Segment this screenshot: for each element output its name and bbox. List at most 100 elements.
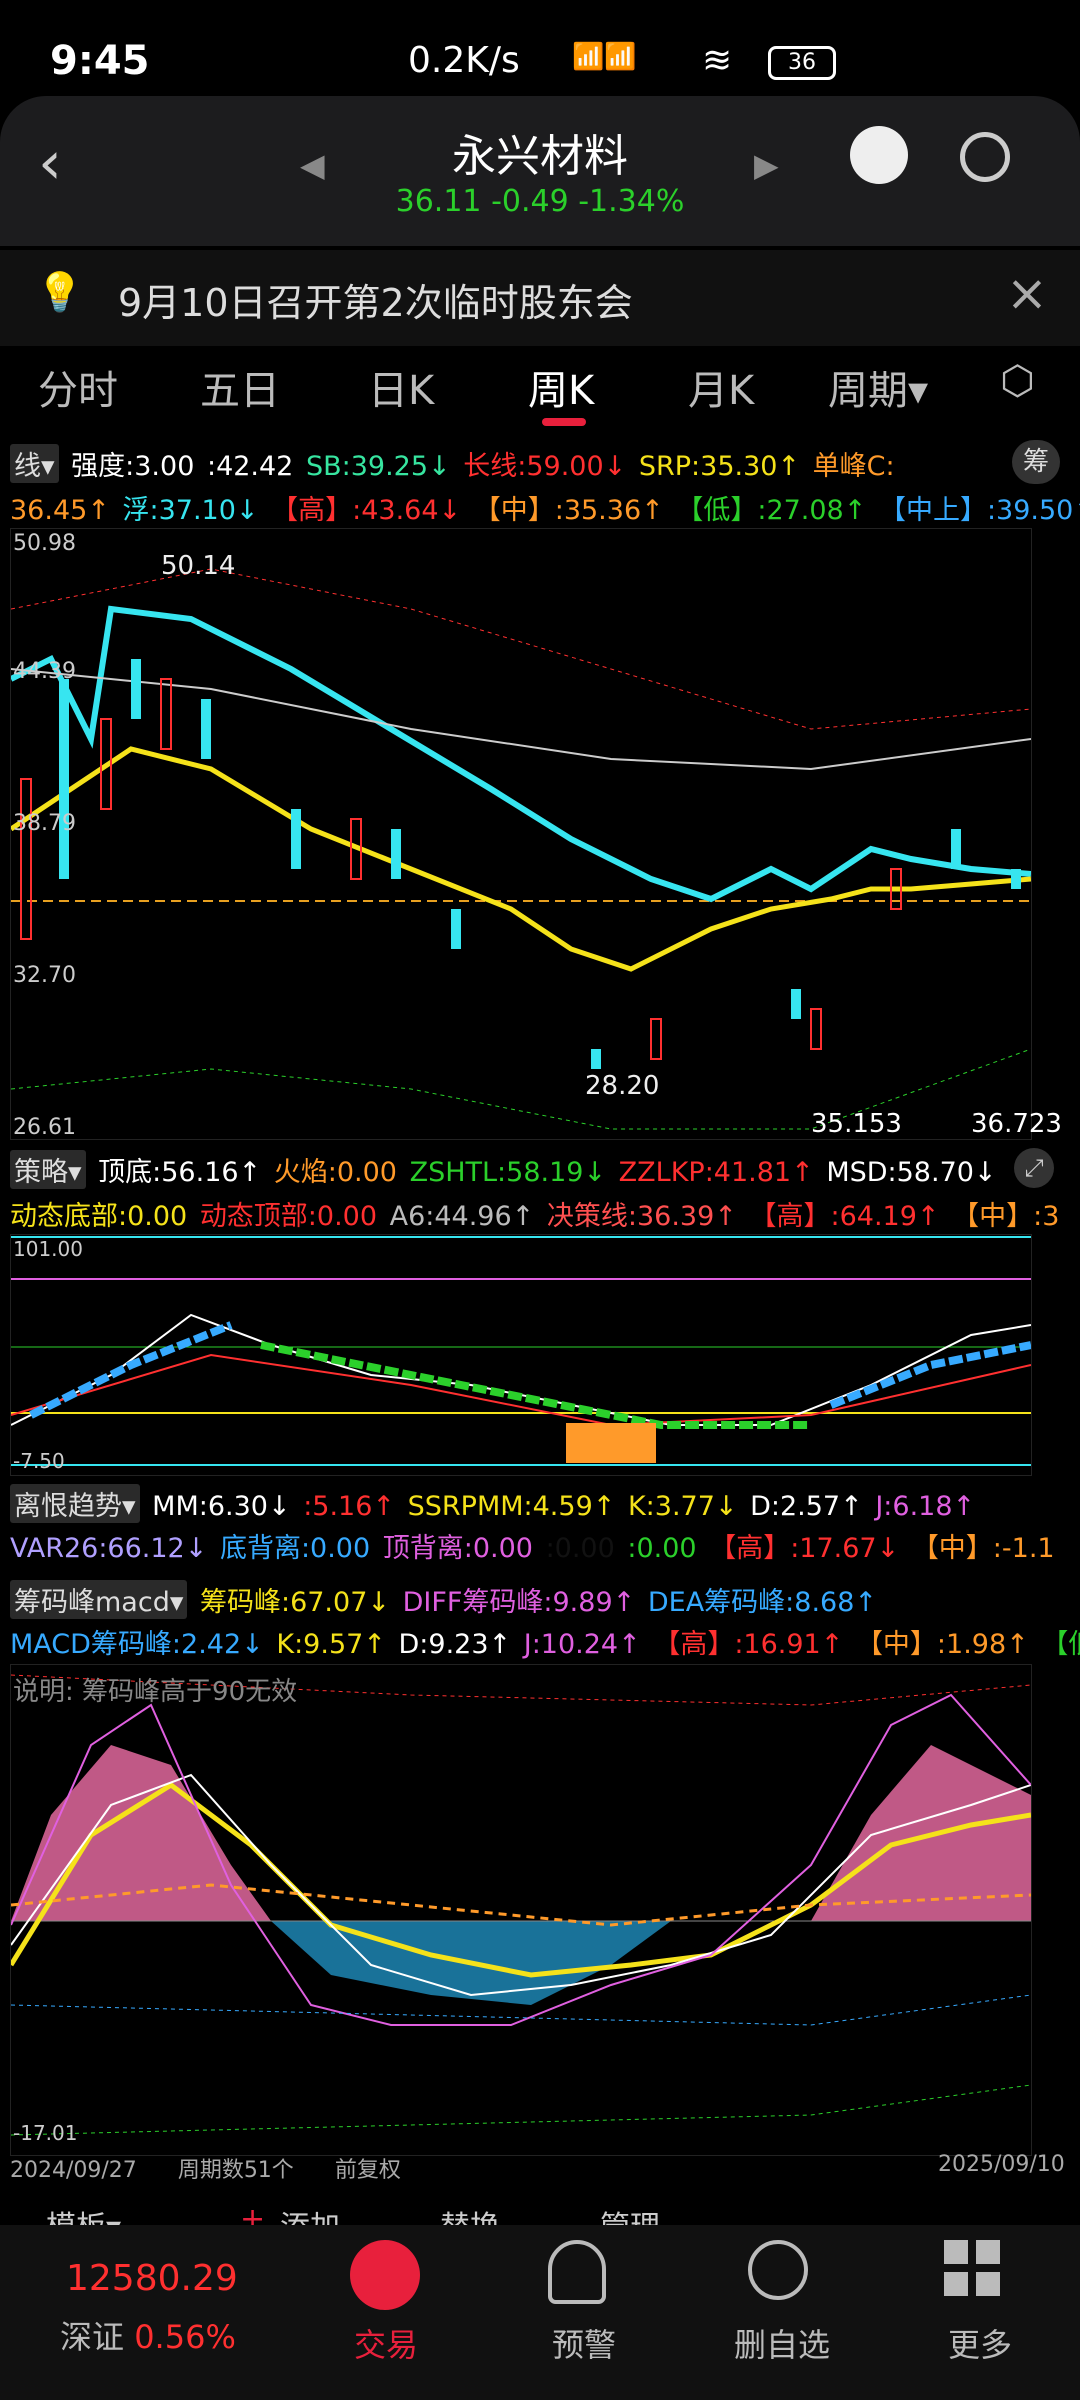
st-dyn-top: 动态顶部:0.00 [199, 1201, 378, 1232]
tr-val: :5.16↑ [303, 1491, 396, 1522]
peak-label: 50.14 [161, 551, 236, 581]
ind-sb: SB:39.25↓ [305, 451, 451, 482]
mc-k: K:9.57↑ [276, 1629, 386, 1660]
ind-strength: 强度:3.00 [71, 451, 195, 482]
mc-mid: 【中】:1.98↑ [855, 1629, 1029, 1660]
tr-top-div: 顶背离:0.00 [382, 1533, 533, 1564]
manage-button[interactable]: 管理 [600, 2202, 660, 2226]
y-label-1: 44.39 [13, 659, 76, 684]
notice-banner[interactable]: 💡 9月10日召开第2次临时股东会 × [0, 250, 1080, 346]
add-icon: + [240, 2202, 266, 2226]
change-pct: -1.34% [578, 184, 685, 219]
macd-min: -17.01 [13, 2121, 78, 2145]
settings-icon[interactable]: ⬡ [1000, 358, 1048, 406]
strategy-chart[interactable]: 101.00 -7.50 [10, 1234, 1032, 1476]
trend-row-2: VAR26:66.12↓ 底背离:0.00 顶背离:0.00 :0.00 :0.… [10, 1526, 1059, 1565]
tab-rik[interactable]: 日K [368, 358, 434, 416]
nav-alert[interactable]: 预警 [514, 2320, 654, 2366]
tr-bottom-div: 底背离:0.00 [219, 1533, 371, 1564]
search-icon[interactable] [960, 132, 1010, 182]
index-value[interactable]: 12580.29 [66, 2258, 238, 2299]
bulb-icon: 💡 [36, 270, 84, 314]
low-label: 28.20 [585, 1071, 660, 1101]
tr-k: K:3.77↓ [627, 1491, 738, 1522]
chip-button[interactable]: 筹 [1012, 440, 1060, 484]
y-label-3: 32.70 [13, 963, 76, 988]
mc-d: D:9.23↑ [398, 1629, 512, 1660]
replace-button[interactable]: 替换 [440, 2202, 500, 2226]
trend-row-1: 离恨趋势▾ MM:6.30↓ :5.16↑ SSRPMM:4.59↑ K:3.7… [10, 1484, 979, 1523]
kline-chart[interactable]: 50.98 44.39 38.79 32.70 26.61 50.14 28.2… [9, 528, 1062, 1140]
remove-watchlist-icon [748, 2240, 808, 2300]
nav-remove-watchlist[interactable]: 删自选 [712, 2320, 852, 2366]
macd-note: 说明: 筹码峰高于90无效 [13, 1677, 298, 1707]
nav-more[interactable]: 更多 [910, 2320, 1050, 2366]
st-high: 【高】:64.19↑ [749, 1201, 940, 1232]
tr-zero-b: :0.00 [627, 1533, 697, 1564]
ind-mid-upper: 【中上】:39.50↑ [878, 495, 1080, 526]
tr-d: D:2.57↑ [750, 1491, 863, 1522]
tab-zhouk[interactable]: 周K [528, 358, 594, 416]
close-icon[interactable]: × [1006, 264, 1048, 322]
y-min-label: 26.61 [13, 1115, 76, 1140]
line-mode-dropdown[interactable]: 线▾ [10, 444, 59, 483]
right-label-2: 36.723 [971, 1109, 1062, 1139]
st-decision: 决策线:36.39↑ [546, 1201, 737, 1232]
tr-zero-a: :0.00 [545, 1533, 615, 1564]
template-button[interactable]: 模板▾ [46, 2202, 121, 2226]
mc-j: J:10.24↑ [523, 1629, 641, 1660]
start-date: 2024/09/27 [10, 2158, 137, 2183]
st-msd: MSD:58.70↓ [826, 1157, 997, 1188]
mascot-icon[interactable] [850, 126, 908, 184]
ind-single-peak: 单峰C: [812, 451, 895, 482]
ind-low: 【低】:27.08↑ [676, 495, 867, 526]
bell-icon [548, 2240, 606, 2304]
strategy-max: 101.00 [13, 1237, 83, 1261]
st-a6: A6:44.96↑ [389, 1201, 535, 1232]
st-zzlkp: ZZLKP:41.81↑ [618, 1157, 814, 1188]
macd-chart[interactable]: 说明: 筹码峰高于90无效 -17.01 [8, 1664, 1032, 2156]
status-bar: 9:45 0.2K/s 📶📶 ≋ 36 [0, 0, 1080, 110]
tab-fenshi[interactable]: 分时 [38, 358, 118, 416]
tr-ssrpmm: SSRPMM:4.59↑ [407, 1491, 616, 1522]
indicator-row-2: 36.45↑ 浮:37.10↓ 【高】:43.64↓ 【中】:35.36↑ 【低… [10, 488, 1080, 527]
status-time: 9:45 [50, 38, 150, 84]
adjust-mode[interactable]: 前复权 [335, 2158, 401, 2183]
strategy-dropdown[interactable]: 策略▾ [10, 1150, 86, 1189]
st-mid: 【中】:3 [952, 1201, 1060, 1232]
mc-chip-peak: 筹码峰:67.07↓ [199, 1587, 390, 1618]
y-label-2: 38.79 [13, 811, 76, 836]
st-dyn-bottom: 动态底部:0.00 [10, 1201, 188, 1232]
stock-quote: 36.11 -0.49 -1.34% [0, 184, 1080, 219]
tr-high: 【高】:17.67↓ [709, 1533, 900, 1564]
strategy-min: -7.50 [13, 1449, 65, 1473]
period-count: 周期数51个 [177, 2158, 294, 2183]
kline-svg [9, 568, 1032, 1130]
mc-dea: DEA筹码峰:8.68↑ [647, 1587, 878, 1618]
mc-high: 【高】:16.91↑ [653, 1629, 844, 1660]
strategy-row-2: 动态底部:0.00 动态顶部:0.00 A6:44.96↑ 决策线:36.39↑… [10, 1194, 1063, 1233]
ind-mid: 【中】:35.36↑ [473, 495, 664, 526]
add-button[interactable]: 添加 [280, 2202, 340, 2226]
macd-dropdown[interactable]: 筹码峰macd▾ [10, 1580, 188, 1619]
strategy-row-1: 策略▾ 顶底:56.16↑ 火焰:0.00 ZSHTL:58.19↓ ZZLKP… [10, 1150, 1001, 1189]
tab-yuek[interactable]: 月K [688, 358, 754, 416]
period-tabs: 分时 五日 日K 周K 月K 周期▾ ⬡ [0, 350, 1080, 434]
price: 36.11 [395, 184, 482, 219]
macd-row-1: 筹码峰macd▾ 筹码峰:67.07↓ DIFF筹码峰:9.89↑ DEA筹码峰… [10, 1580, 881, 1619]
mc-low: 【低 [1041, 1629, 1080, 1660]
tab-wuri[interactable]: 五日 [200, 358, 280, 416]
index-info[interactable]: 深证 0.56% [60, 2312, 236, 2358]
tab-zhouqi[interactable]: 周期▾ [828, 358, 928, 416]
stock-title: 永兴材料 [452, 131, 628, 182]
tr-var26: VAR26:66.12↓ [10, 1533, 208, 1564]
nav-trade[interactable]: 交易 [316, 2320, 456, 2366]
trend-dropdown[interactable]: 离恨趋势▾ [10, 1484, 140, 1523]
ind-val: :42.42 [206, 451, 294, 482]
macd-svg [8, 1674, 1032, 2136]
strategy-svg [10, 1236, 1032, 1466]
index-name: 深证 [60, 2318, 125, 2356]
st-flame: 火焰:0.00 [273, 1157, 397, 1188]
expand-icon[interactable]: ⤢ [1014, 1148, 1054, 1188]
ind-long: 长线:59.00↓ [463, 451, 627, 482]
